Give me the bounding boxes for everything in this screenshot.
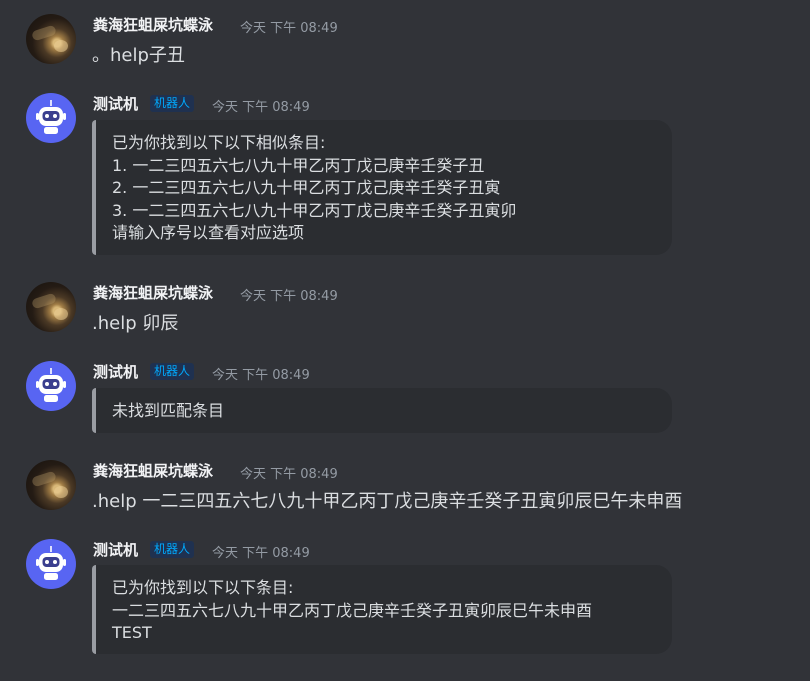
message-text: .help 卯辰	[92, 313, 179, 334]
author-name[interactable]: 粪海狂蛆屎坑蝶泳	[93, 460, 213, 481]
embed-line: 请输入序号以查看对应选项	[112, 223, 305, 242]
embed-line: 已为你找到以下以下条目:	[112, 578, 294, 597]
embed: 已为你找到以下以下相似条目: 1. 一二三四五六七八九十甲乙丙丁戊己庚辛壬癸子丑…	[92, 120, 672, 255]
embed-line: 已为你找到以下以下相似条目:	[112, 133, 326, 152]
embed-line: 未找到匹配条目	[112, 401, 225, 420]
author-name[interactable]: 测试机	[93, 93, 138, 114]
timestamp[interactable]: 今天 下午 08:49	[240, 17, 338, 36]
user-avatar[interactable]	[26, 460, 76, 510]
embed-line: 1. 一二三四五六七八九十甲乙丙丁戊己庚辛壬癸子丑	[112, 155, 485, 175]
bot-tag: 机器人	[150, 95, 195, 112]
message-text: 。help子丑	[92, 45, 185, 66]
author-name[interactable]: 测试机	[93, 361, 138, 382]
embed-line: 3. 一二三四五六七八九十甲乙丙丁戊己庚辛壬癸子丑寅卯	[112, 200, 517, 220]
user-avatar[interactable]	[26, 282, 76, 332]
bot-avatar[interactable]	[26, 539, 76, 589]
robot-icon	[36, 546, 66, 580]
bot-tag: 机器人	[150, 363, 195, 380]
embed: 未找到匹配条目	[92, 388, 672, 433]
embed: 已为你找到以下以下条目: 一二三四五六七八九十甲乙丙丁戊己庚辛壬癸子丑寅卯辰巳午…	[92, 565, 672, 654]
embed-line: 一二三四五六七八九十甲乙丙丁戊己庚辛壬癸子丑寅卯辰巳午未申酉	[112, 600, 593, 620]
timestamp[interactable]: 今天 下午 08:49	[240, 285, 338, 304]
author-name[interactable]: 测试机	[93, 539, 138, 560]
robot-icon	[36, 100, 66, 134]
embed-line: TEST	[112, 623, 152, 642]
timestamp[interactable]: 今天 下午 08:49	[212, 96, 310, 115]
embed-line: 2. 一二三四五六七八九十甲乙丙丁戊己庚辛壬癸子丑寅	[112, 178, 501, 197]
bot-avatar[interactable]	[26, 361, 76, 411]
bot-avatar[interactable]	[26, 93, 76, 143]
user-avatar[interactable]	[26, 14, 76, 64]
author-name[interactable]: 粪海狂蛆屎坑蝶泳	[93, 282, 213, 303]
author-name[interactable]: 粪海狂蛆屎坑蝶泳	[93, 14, 213, 35]
timestamp[interactable]: 今天 下午 08:49	[212, 542, 310, 561]
bot-tag: 机器人	[150, 541, 195, 558]
timestamp[interactable]: 今天 下午 08:49	[240, 463, 338, 482]
message-text: .help 一二三四五六七八九十甲乙丙丁戊己庚辛壬癸子丑寅卯辰巳午未申酉	[92, 491, 683, 512]
robot-icon	[36, 368, 66, 402]
timestamp[interactable]: 今天 下午 08:49	[212, 364, 310, 383]
